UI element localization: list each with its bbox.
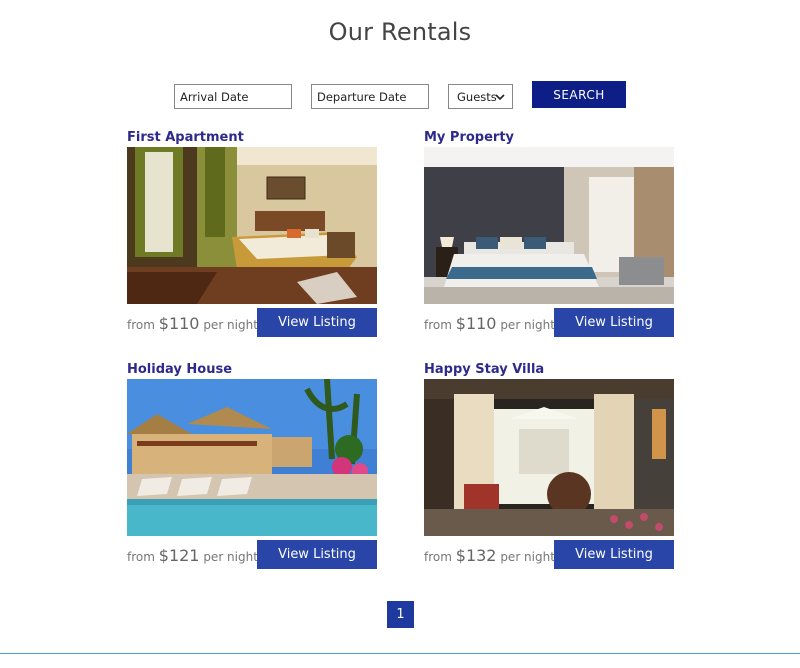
listing-photo-bedroom[interactable]: [127, 147, 377, 304]
view-listing-button[interactable]: View Listing: [554, 308, 674, 337]
arrival-date-input[interactable]: [174, 84, 292, 109]
listing-title[interactable]: First Apartment: [127, 129, 377, 147]
price-suffix: per night: [500, 318, 555, 332]
view-listing-button[interactable]: View Listing: [554, 540, 674, 569]
departure-date-input[interactable]: [311, 84, 429, 109]
search-button[interactable]: SEARCH: [532, 81, 626, 108]
price-line: from $121 per night: [127, 546, 258, 565]
listing-photo-pool-house[interactable]: [127, 379, 377, 536]
listing-footer: from $110 per night View Listing: [127, 308, 377, 342]
price-prefix: from: [424, 318, 452, 332]
guests-select[interactable]: Guests: [448, 84, 513, 109]
listing-footer: from $110 per night View Listing: [424, 308, 674, 342]
price-prefix: from: [424, 550, 452, 564]
price-amount: $132: [455, 546, 497, 565]
price-prefix: from: [127, 550, 155, 564]
price-suffix: per night: [203, 318, 258, 332]
listing-card: First Apartment from $110 per night View…: [127, 129, 377, 342]
page-title: Our Rentals: [328, 18, 472, 46]
price-suffix: per night: [500, 550, 555, 564]
listing-footer: from $132 per night View Listing: [424, 540, 674, 574]
chevron-down-icon: [495, 94, 505, 101]
listing-card: My Property from $110 per night View Lis…: [424, 129, 674, 342]
footer-divider: [0, 653, 800, 654]
view-listing-button[interactable]: View Listing: [257, 540, 377, 569]
page-link-current[interactable]: 1: [387, 601, 414, 628]
listing-title[interactable]: Holiday House: [127, 361, 377, 379]
listing-footer: from $121 per night View Listing: [127, 540, 377, 574]
price-prefix: from: [127, 318, 155, 332]
guests-select-label: Guests: [457, 89, 497, 104]
listing-photo-villa-interior[interactable]: [424, 379, 674, 536]
price-line: from $110 per night: [127, 314, 258, 333]
search-bar: Guests SEARCH: [0, 81, 800, 109]
price-amount: $110: [158, 314, 200, 333]
price-suffix: per night: [203, 550, 258, 564]
view-listing-button[interactable]: View Listing: [257, 308, 377, 337]
listing-photo-modern-bedroom[interactable]: [424, 147, 674, 304]
listing-card: Holiday House from $121 per night View L…: [127, 361, 377, 574]
listing-title[interactable]: Happy Stay Villa: [424, 361, 674, 379]
pagination: 1: [387, 601, 414, 628]
price-amount: $121: [158, 546, 200, 565]
price-line: from $132 per night: [424, 546, 555, 565]
price-line: from $110 per night: [424, 314, 555, 333]
listing-title[interactable]: My Property: [424, 129, 674, 147]
price-amount: $110: [455, 314, 497, 333]
listing-card: Happy Stay Villa from $132 per night Vie…: [424, 361, 674, 574]
